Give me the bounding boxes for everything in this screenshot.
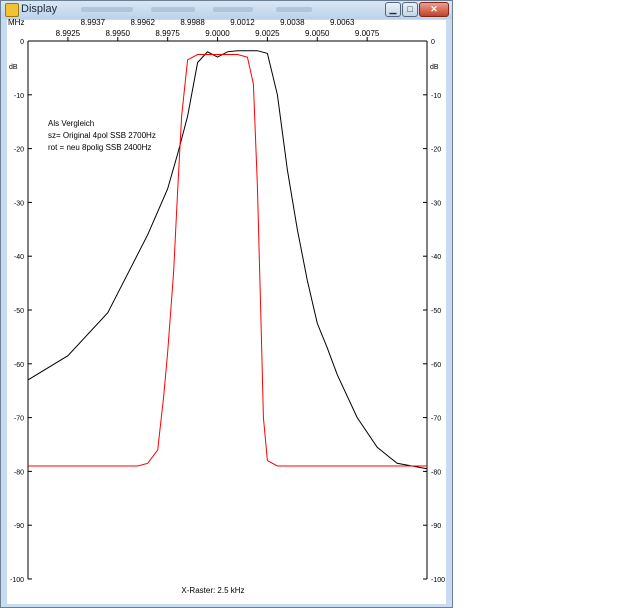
y-tick-label-left: -60 <box>14 362 24 369</box>
y-tick-label-right: -80 <box>431 469 441 476</box>
y-tick-label-left: -70 <box>14 416 24 423</box>
y-tick-label-left: 0 <box>20 39 24 46</box>
x-tick-label: 8.9962 <box>130 18 155 27</box>
x-tick-label: 8.9925 <box>56 29 81 38</box>
y-tick-label-right: -100 <box>431 577 445 584</box>
y-tick-label-right: -50 <box>431 308 441 315</box>
x-tick-label: 9.0012 <box>230 18 255 27</box>
y-tick-label-left: -30 <box>14 200 24 207</box>
x-tick-label: 9.0050 <box>305 29 330 38</box>
y-tick-label-left: -10 <box>14 93 24 100</box>
annotation-line: rot = neu 8polig SSB 2400Hz <box>48 143 151 152</box>
x-tick-label: 9.0000 <box>205 29 230 38</box>
x-unit-label: MHz <box>8 18 24 27</box>
annotation-line: Als Vergleich <box>48 119 94 128</box>
frequency-response-chart: MHz8.9925 8.9950 8.9975 9.0000 9.0025 9.0050 9… <box>8 18 445 595</box>
y-unit-label-left: dB <box>9 64 18 71</box>
y-tick-label-right: -20 <box>431 147 441 154</box>
x-tick-label: 9.0075 <box>355 29 380 38</box>
y-tick-label-right: 0 <box>431 39 435 46</box>
y-tick-label-right: -60 <box>431 362 441 369</box>
annotation-line: sz= Original 4pol SSB 2700Hz <box>48 131 156 140</box>
y-unit-label-right: dB <box>430 64 439 71</box>
x-tick-label: 8.9988 <box>180 18 205 27</box>
x-axis-label: X-Raster: 2.5 kHz <box>181 586 244 595</box>
x-tick-label: 8.9937 <box>81 18 106 27</box>
y-tick-label-right: -40 <box>431 254 441 261</box>
x-tick-label: 9.0063 <box>330 18 355 27</box>
y-tick-label-left: -40 <box>14 254 24 261</box>
y-tick-label-left: -20 <box>14 147 24 154</box>
x-tick-label: 8.9975 <box>155 29 180 38</box>
y-tick-label-right: -70 <box>431 416 441 423</box>
series-line-red <box>28 54 427 467</box>
x-tick-label: 8.9950 <box>106 29 131 38</box>
y-tick-label-left: -50 <box>14 308 24 315</box>
y-tick-label-right: -10 <box>431 93 441 100</box>
y-tick-label-left: -90 <box>14 523 24 530</box>
y-tick-label-right: -90 <box>431 523 441 530</box>
y-tick-label-left: -80 <box>14 469 24 476</box>
y-tick-label-left: -100 <box>10 577 24 584</box>
x-tick-label: 9.0025 <box>255 29 280 38</box>
y-tick-label-right: -30 <box>431 200 441 207</box>
series-line-black <box>27 50 428 470</box>
x-tick-label: 9.0038 <box>280 18 305 27</box>
